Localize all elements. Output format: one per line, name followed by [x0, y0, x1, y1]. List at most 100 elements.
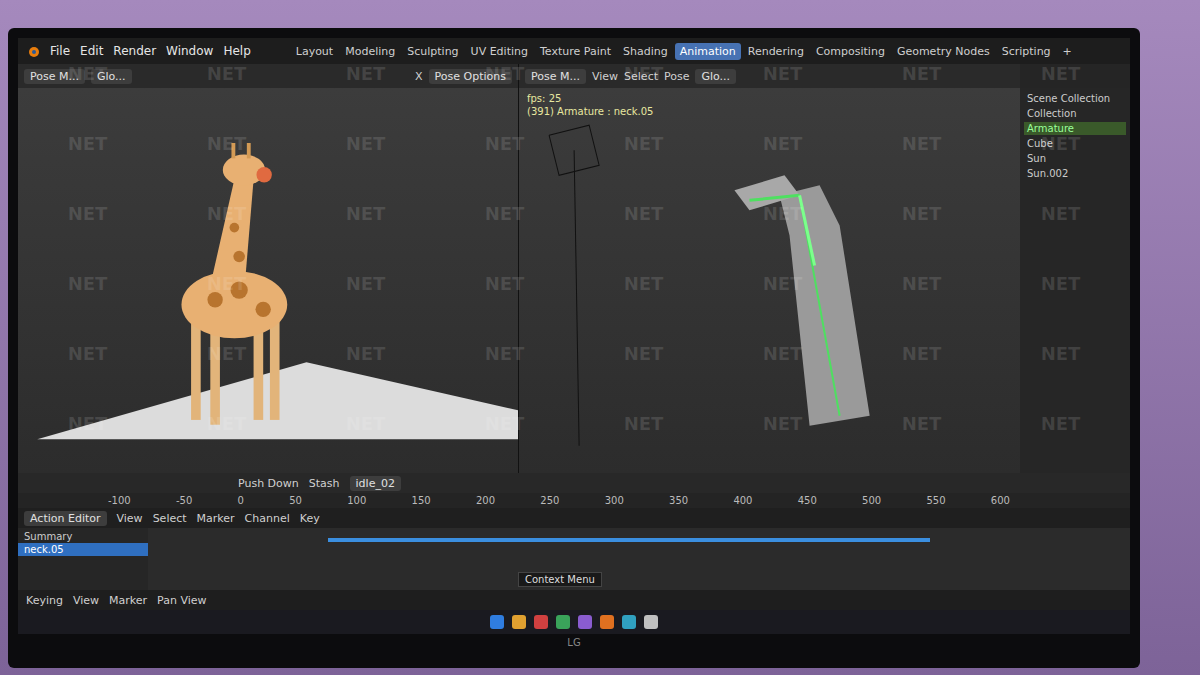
watermark: NET — [624, 273, 664, 294]
blender-logo-icon[interactable] — [26, 44, 40, 58]
workspace-tab[interactable]: Animation — [675, 43, 741, 60]
app-icon[interactable] — [622, 615, 636, 629]
editor-menu[interactable]: Select — [153, 512, 187, 525]
workspace-tab[interactable]: Texture Paint — [535, 43, 616, 60]
nla-button[interactable]: Push Down — [238, 477, 299, 490]
app-icon[interactable] — [512, 615, 526, 629]
watermark: NET — [902, 343, 942, 364]
frame-ruler[interactable]: -100-50050100150200250300350400450500550… — [18, 493, 1130, 508]
ruler-tick: -100 — [108, 495, 131, 506]
watermark: NET — [1041, 273, 1081, 294]
footer-menu[interactable]: View — [73, 594, 99, 607]
mirror-axis[interactable]: X — [415, 70, 423, 83]
workspace-tab[interactable]: Scripting — [997, 43, 1056, 60]
viewport-menu[interactable]: View — [592, 70, 618, 83]
ruler-tick: 400 — [733, 495, 752, 506]
ruler-tick: 100 — [347, 495, 366, 506]
watermark: NET — [485, 133, 525, 154]
outliner-item[interactable]: Collection — [1024, 107, 1126, 120]
editor-menu[interactable]: Marker — [197, 512, 235, 525]
workspace-tab[interactable]: Layout — [291, 43, 338, 60]
overlay-text: fps: 25 — [527, 92, 653, 105]
outliner-header — [1020, 64, 1130, 88]
footer-menu[interactable]: Keying — [26, 594, 63, 607]
watermark: NET — [763, 133, 803, 154]
workspace-tab[interactable]: Modeling — [340, 43, 400, 60]
add-workspace-button[interactable]: + — [1058, 43, 1077, 60]
watermark: NET — [1041, 203, 1081, 224]
outliner-item[interactable]: Scene Collection — [1024, 92, 1126, 105]
left-viewport[interactable] — [18, 88, 518, 473]
menu-item[interactable]: Help — [223, 44, 250, 58]
nla-button[interactable]: Stash — [309, 477, 340, 490]
ruler-tick: -50 — [176, 495, 192, 506]
watermark: NET — [346, 133, 386, 154]
room-photo: FileEditRenderWindowHelpLayoutModelingSc… — [0, 0, 1200, 675]
workspace-tab[interactable]: UV Editing — [466, 43, 533, 60]
ruler-tick: 0 — [238, 495, 244, 506]
right-viewport[interactable]: fps: 25(391) Armature : neck.05 — [518, 88, 1020, 473]
watermark: NET — [485, 413, 525, 434]
app-icon[interactable] — [490, 615, 504, 629]
app-icon[interactable] — [600, 615, 614, 629]
watermark: NET — [624, 133, 664, 154]
watermark: NET — [763, 203, 803, 224]
watermark: NET — [485, 273, 525, 294]
outliner-item[interactable]: Sun.002 — [1024, 167, 1126, 180]
app-icon[interactable] — [556, 615, 570, 629]
menu-item[interactable]: Window — [166, 44, 213, 58]
pose-options[interactable]: Pose Options — [429, 69, 512, 84]
outliner-item[interactable]: Armature — [1024, 122, 1126, 135]
keyframe-area[interactable] — [148, 528, 1130, 590]
ruler-tick: 500 — [862, 495, 881, 506]
orientation-dropdown[interactable]: Glo... — [695, 69, 736, 84]
watermark: NET — [346, 203, 386, 224]
app-icon[interactable] — [644, 615, 658, 629]
blender-window: FileEditRenderWindowHelpLayoutModelingSc… — [18, 38, 1130, 634]
mode-dropdown[interactable]: Pose M... — [525, 69, 586, 84]
action-editor-header: Action Editor View Select Marker Channel Key — [18, 508, 1130, 528]
outliner-item[interactable]: Sun — [1024, 152, 1126, 165]
watermark: NET — [68, 413, 108, 434]
workspace-tab[interactable]: Compositing — [811, 43, 890, 60]
app-icon[interactable] — [534, 615, 548, 629]
menu-item[interactable]: Render — [113, 44, 156, 58]
workspace-tab[interactable]: Geometry Nodes — [892, 43, 995, 60]
editor-type-dropdown[interactable]: Action Editor — [24, 511, 107, 526]
outliner-item[interactable]: Cube — [1024, 137, 1126, 150]
watermark: NET — [1041, 413, 1081, 434]
ruler-tick: 450 — [798, 495, 817, 506]
footer-menu[interactable]: Marker — [109, 594, 147, 607]
viewport-menu[interactable]: Select — [624, 70, 658, 83]
watermark: NET — [207, 273, 247, 294]
mode-dropdown[interactable]: Pose M... — [24, 69, 85, 84]
channel-row[interactable]: Summary — [18, 530, 148, 543]
editor-menu[interactable]: View — [117, 512, 143, 525]
left-viewport-header: Pose M... Glo... X Pose Options — [18, 64, 518, 88]
workspace-tab[interactable]: Sculpting — [402, 43, 463, 60]
nla-header: Push Down Stash idle_02 — [18, 473, 1130, 493]
workspace-tab[interactable]: Rendering — [743, 43, 809, 60]
editor-menu[interactable]: Key — [300, 512, 320, 525]
watermark: NET — [207, 203, 247, 224]
watermark: NET — [902, 133, 942, 154]
rigged-giraffe-mesh[interactable] — [519, 88, 1020, 473]
outliner: Scene Collection Collection Armature Cube Su… — [1020, 88, 1130, 473]
channel-row[interactable]: neck.05 — [18, 543, 148, 556]
workspace-tab[interactable]: Shading — [618, 43, 673, 60]
menu-item[interactable]: File — [50, 44, 70, 58]
watermark: NET — [68, 63, 108, 84]
app-icon[interactable] — [578, 615, 592, 629]
viewport-menu[interactable]: Pose — [664, 70, 689, 83]
watermark: NET — [346, 63, 386, 84]
giraffe-model[interactable] — [18, 88, 518, 473]
channel-list: Summaryneck.05 — [18, 528, 148, 590]
editor-menu[interactable]: Channel — [245, 512, 290, 525]
action-name[interactable]: idle_02 — [350, 476, 401, 491]
right-viewport-header: Pose M... View Select Pose Glo... — [518, 64, 1020, 88]
ruler-tick: 350 — [669, 495, 688, 506]
menu-item[interactable]: Edit — [80, 44, 103, 58]
orientation-dropdown[interactable]: Glo... — [91, 69, 132, 84]
frame-range-bar — [328, 538, 930, 542]
watermark-layer: NET NET NET NET NET NET NET NET NET NET NET NET NET N… — [18, 38, 1130, 634]
